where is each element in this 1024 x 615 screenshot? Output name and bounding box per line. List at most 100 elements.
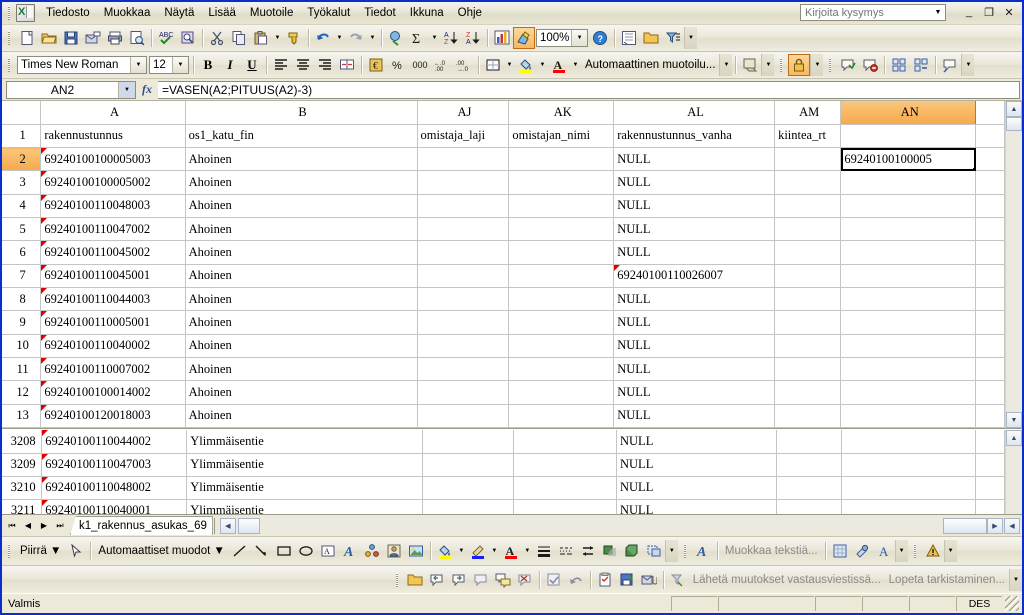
mail-attachment-icon[interactable] (638, 569, 660, 591)
restore-button[interactable]: ❐ (980, 4, 998, 20)
new-document-icon[interactable] (16, 27, 38, 49)
cell-AM3[interactable] (774, 170, 842, 195)
cell-B12[interactable]: Ahoinen (185, 380, 418, 405)
select-objects-icon[interactable] (643, 540, 665, 562)
paste-icon[interactable] (250, 27, 272, 49)
cell-AJ8[interactable] (417, 287, 510, 312)
row-header[interactable]: 3211 (2, 499, 43, 514)
menu-tiedot[interactable]: Tiedot (357, 4, 403, 23)
row-header[interactable]: 12 (2, 380, 42, 405)
scroll-left-icon[interactable]: ◀ (219, 517, 236, 534)
cell-AJ4[interactable] (417, 194, 510, 219)
cell-AM6[interactable] (774, 240, 842, 265)
cell-AK1[interactable]: omistajan_nimi (508, 124, 615, 149)
cell-AM3209[interactable] (776, 453, 843, 477)
picture-icon[interactable] (405, 540, 427, 562)
cell-B3210[interactable]: Ylimmäisentie (186, 476, 423, 500)
currency-style-icon[interactable]: € (365, 54, 387, 76)
row-header[interactable]: 5 (2, 217, 42, 242)
send-changes-button[interactable]: Lähetä muutokset vastausviestissä... (689, 572, 885, 588)
cell-AO5[interactable] (975, 217, 1005, 242)
update-file-icon[interactable] (616, 569, 638, 591)
insert-function-icon[interactable]: fx (136, 81, 158, 99)
scroll-right-icon[interactable]: ▶ (987, 517, 1003, 534)
cell-AJ12[interactable] (417, 380, 510, 405)
scroll-track[interactable] (1006, 131, 1022, 412)
cell-AO3211[interactable] (975, 499, 1006, 514)
folder-icon[interactable] (640, 27, 662, 49)
font-color-icon[interactable]: A (548, 54, 570, 76)
fill-color-dropdown-icon[interactable]: ▼ (537, 54, 548, 76)
cell-B13[interactable]: Ahoinen (185, 404, 418, 429)
align-right-icon[interactable] (314, 54, 336, 76)
cell-AK3[interactable] (508, 170, 615, 195)
cell-AL3[interactable]: NULL (613, 170, 776, 195)
cell-AK13[interactable] (508, 404, 615, 429)
cell-AO6[interactable] (975, 240, 1005, 265)
cell-AK3211[interactable] (513, 499, 618, 514)
cell-AK12[interactable] (508, 380, 615, 405)
delete-comment-icon[interactable] (514, 569, 536, 591)
fill-color-dropdown-icon[interactable]: ▼ (456, 540, 467, 562)
show-all-comments-icon[interactable] (888, 54, 910, 76)
cell-B3[interactable]: Ahoinen (185, 170, 418, 195)
cell-B3211[interactable]: Ylimmäisentie (186, 499, 423, 514)
scroll-thumb[interactable] (1006, 117, 1022, 131)
percent-style-icon[interactable]: % (387, 54, 409, 76)
cell-B7[interactable]: Ahoinen (185, 264, 418, 289)
top-pane-vscrollbar[interactable]: ▲ ▼ (1005, 101, 1022, 428)
cell-AM13[interactable] (774, 404, 842, 429)
column-header-AK[interactable]: AK (508, 101, 615, 125)
cell-AN3209[interactable] (841, 453, 976, 477)
open-folder-icon[interactable] (38, 27, 60, 49)
column-header-A[interactable]: A (40, 101, 186, 125)
wordart-toolbar-gripper[interactable] (681, 542, 690, 560)
arrow-style-icon[interactable] (577, 540, 599, 562)
zoom-dropdown-icon[interactable]: ▼ (571, 30, 587, 46)
borders-icon[interactable] (482, 54, 504, 76)
cell-AO9[interactable] (975, 310, 1005, 335)
column-header-AL[interactable]: AL (613, 101, 776, 125)
comments-toolbar-gripper[interactable] (826, 56, 835, 74)
menubar-gripper[interactable] (5, 4, 14, 22)
line-style-icon[interactable] (533, 540, 555, 562)
cell-AM8[interactable] (774, 287, 842, 312)
scroll-track[interactable] (1006, 446, 1022, 514)
cell-A4[interactable]: 69240100110048003 (40, 194, 186, 219)
cell-AN1[interactable] (840, 124, 977, 149)
cell-AN3211[interactable] (841, 499, 976, 514)
comma-style-icon[interactable]: 000 (409, 54, 431, 76)
drawing-toolbar-gripper[interactable] (5, 542, 14, 560)
menu-ohje[interactable]: Ohje (451, 4, 489, 23)
edit-wordart-text-button[interactable]: Muokkaa tekstiä... (721, 543, 822, 559)
wordart-format-icon[interactable] (851, 540, 873, 562)
menu-tyokalut[interactable]: Työkalut (300, 4, 357, 23)
cell-AO10[interactable] (975, 334, 1005, 358)
cell-A3208[interactable]: 69240100110044002 (41, 430, 188, 454)
delete-comment-icon[interactable] (859, 54, 881, 76)
cell-AJ11[interactable] (417, 357, 510, 382)
menu-muokkaa[interactable]: Muokkaa (97, 4, 158, 23)
wordart-icon[interactable]: A (339, 540, 361, 562)
format-painter-icon[interactable] (283, 27, 305, 49)
filter-icon[interactable] (662, 27, 684, 49)
cell-AO12[interactable] (975, 380, 1005, 405)
toolbar-options-icon[interactable]: ▼ (684, 27, 697, 49)
line-color-icon[interactable] (467, 540, 489, 562)
open-review-folder-icon[interactable] (404, 569, 426, 591)
first-sheet-icon[interactable]: ⏮ (4, 518, 20, 534)
cell-B11[interactable]: Ahoinen (185, 357, 418, 382)
save-icon[interactable] (60, 27, 82, 49)
scroll-up-icon[interactable]: ▲ (1006, 430, 1022, 446)
excel-app-icon[interactable] (16, 4, 35, 22)
cell-B2[interactable]: Ahoinen (185, 147, 418, 172)
cell-AO8[interactable] (975, 287, 1005, 312)
row-header[interactable]: 9 (2, 310, 42, 335)
cell-A13[interactable]: 69240100120018003 (40, 404, 186, 429)
font-size-dropdown-icon[interactable]: ▼ (172, 57, 188, 73)
cell-AJ2[interactable] (417, 147, 510, 172)
reply-comment-icon[interactable] (939, 54, 961, 76)
sort-ascending-icon[interactable]: AZ (440, 27, 462, 49)
cell-A7[interactable]: 69240100110045001 (40, 264, 186, 289)
cell-AN12[interactable] (840, 380, 977, 405)
